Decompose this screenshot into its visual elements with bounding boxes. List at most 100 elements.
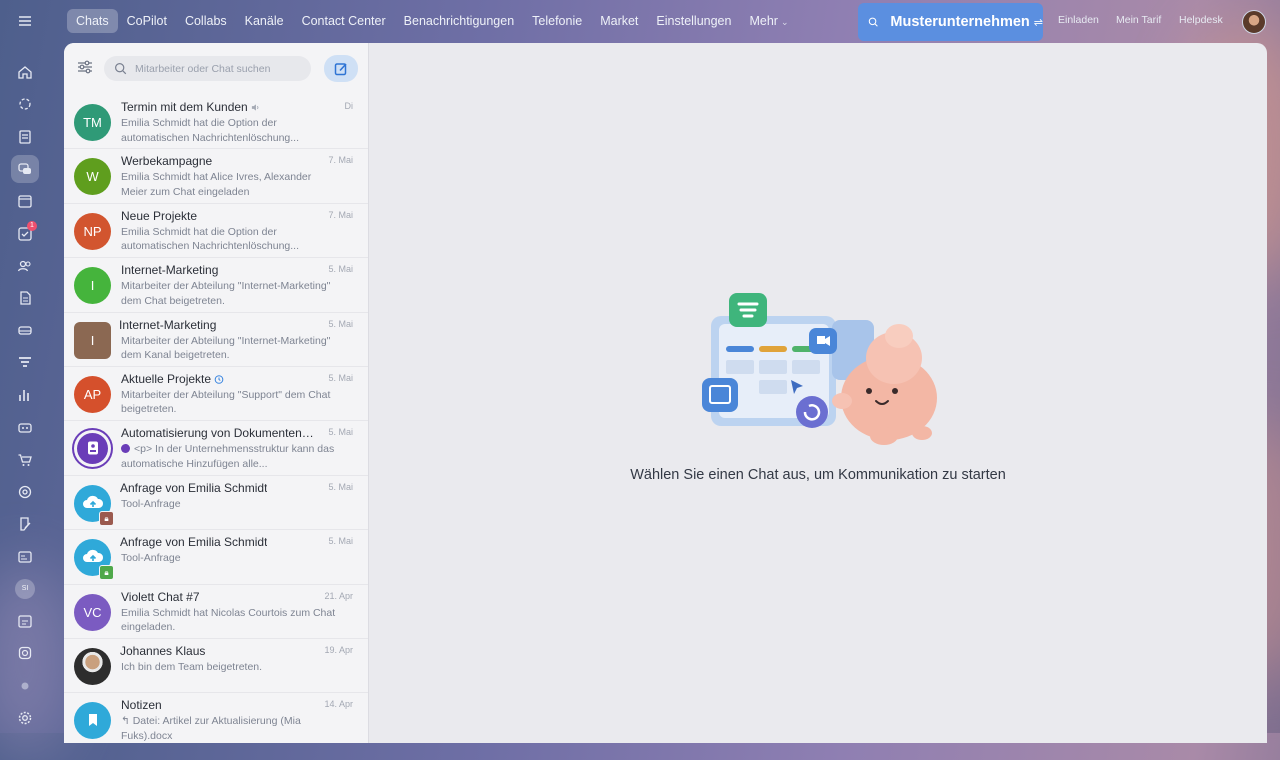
menu-icon[interactable] [11, 7, 39, 35]
chat-title: Neue Projekte [121, 209, 197, 223]
nav-item-mehr[interactable]: Mehr ⌄ [740, 9, 797, 33]
chat-list-item[interactable]: I Internet-Marketing 5. Mai Mitarbeiter der… [64, 258, 368, 313]
chat-last-message-text: Emilia Schmidt hat die Option der automa… [121, 225, 300, 253]
nav-item-einstellungen[interactable]: Einstellungen [647, 9, 740, 33]
helpdesk-link[interactable]: Helpdesk [1179, 14, 1223, 26]
target-icon[interactable] [11, 478, 39, 506]
chat-title-text: Notizen [121, 698, 162, 713]
cart-icon[interactable] [11, 446, 39, 474]
chat-title-text: Violett Chat #7 [121, 589, 200, 604]
sparkle-icon[interactable] [11, 90, 39, 118]
avatar-initials: I [90, 278, 95, 294]
chat-list-item[interactable]: 🔒︎ Anfrage von Emilia Schmidt 5. Mai Tool-A… [64, 476, 368, 531]
inbox-icon[interactable] [11, 316, 39, 344]
nav-label: Telefonie [532, 14, 583, 28]
chat-last-message-text: Tool-Anfrage [121, 497, 181, 510]
funnel-icon[interactable] [11, 349, 39, 377]
chat-last-message: Emilia Schmidt hat Nicolas Courtois zum … [121, 606, 336, 635]
chat-list-item[interactable]: 🔒︎ Anfrage von Emilia Schmidt 5. Mai Tool-A… [64, 530, 368, 585]
chat-date: 19. Apr [324, 644, 353, 655]
calendar-icon[interactable] [11, 187, 39, 215]
bookmark-icon [88, 714, 97, 727]
nav-item-copilot[interactable]: CoPilot [118, 9, 176, 33]
card-icon[interactable] [11, 543, 39, 571]
chat-list: TM Termin mit dem Kunden Di Emilia Schmidt … [64, 95, 368, 743]
nav-item-chats[interactable]: Chats [67, 9, 118, 33]
chat-list-item[interactable]: VC Violett Chat #7 21. Apr Emilia Schmidt h… [64, 585, 368, 639]
feed-icon[interactable] [11, 123, 39, 151]
new-chat-button[interactable] [324, 55, 358, 82]
muted-speaker-icon [251, 101, 260, 111]
chat-title: Anfrage von Emilia Schmidt [120, 535, 267, 549]
lock-icon: 🔒︎ [99, 510, 114, 526]
chat-title-text: Anfrage von Emilia Schmidt [120, 480, 268, 495]
sign-icon[interactable] [11, 510, 39, 538]
chat-avatar: I [74, 267, 111, 305]
notification-badge: 1 [27, 220, 37, 231]
dot[interactable] [11, 672, 39, 700]
company-name: Musterunternehmen [890, 14, 1030, 30]
company-search-button[interactable]: Musterunternehmen ⇌ [858, 3, 1043, 41]
sidebar-header [64, 43, 368, 95]
marketplace-icon[interactable] [11, 639, 39, 667]
chat-date: 5. Mai [328, 536, 353, 547]
left-rail: 1 SI [0, 0, 50, 733]
chat-list-item[interactable]: W Werbekampagne 7. Mai Emilia Schmidt hat A… [64, 149, 368, 204]
chat-date: Di [344, 101, 354, 111]
search-input[interactable] [133, 61, 307, 76]
nav-item-kanäle[interactable]: Kanäle [236, 9, 293, 33]
nav-item-contact-center[interactable]: Contact Center [293, 9, 395, 33]
nav-item-telefonie[interactable]: Telefonie [523, 9, 591, 33]
chat-last-message-text: <p> In der Unternehmensstruktur kann das… [121, 443, 335, 470]
home-icon[interactable] [11, 58, 39, 86]
chat-list-item[interactable]: NP Neue Projekte 7. Mai Emilia Schmidt hat … [64, 204, 368, 259]
chat-title: Werbekampagne [121, 154, 212, 168]
chat-title-text: Automatisierung von Dokumenten i... [121, 426, 316, 441]
chat-title: Internet-Marketing [121, 263, 218, 277]
tasks-icon[interactable]: 1 [11, 220, 39, 248]
chat-list-item[interactable]: I Internet-Marketing 5. Mai Mitarbeiter der… [64, 313, 368, 367]
chat-list-item[interactable]: Automatisierung von Dokumenten i... 5. Ma… [64, 421, 368, 476]
chat-avatar: W [74, 158, 111, 196]
rail-avatar[interactable]: SI [15, 578, 35, 599]
settings-icon[interactable] [11, 704, 39, 732]
chat-last-message-text: Emilia Schmidt hat Nicolas Courtois zum … [121, 606, 336, 634]
filter-settings-icon[interactable] [76, 58, 94, 76]
avatar-initials: TM [83, 115, 102, 130]
document-icon[interactable] [11, 284, 39, 312]
chat-avatar [74, 430, 111, 468]
contacts-icon[interactable] [11, 252, 39, 280]
chat-last-message: Tool-Anfrage [121, 497, 336, 512]
profile-avatar[interactable] [1242, 10, 1266, 34]
chat-list-item[interactable]: AP Aktuelle Projekte 5. Mai Mitarbeiter der… [64, 367, 368, 422]
schedule-icon[interactable] [11, 607, 39, 635]
chat-icon[interactable] [11, 154, 39, 183]
nav-item-benachrichtigungen[interactable]: Benachrichtigungen [395, 9, 524, 33]
search-field[interactable] [104, 56, 311, 81]
chart-icon[interactable] [11, 381, 39, 409]
nav-label: CoPilot [126, 14, 167, 28]
search-icon [115, 63, 127, 75]
avatar-initials: NP [83, 223, 102, 239]
chat-list-item[interactable]: TM Termin mit dem Kunden Di Emilia Schmidt … [64, 95, 368, 150]
chat-avatar [74, 702, 111, 740]
invite-link[interactable]: Einladen [1058, 14, 1099, 26]
plan-link[interactable]: Mein Tarif [1116, 14, 1161, 26]
chat-list-item[interactable]: Notizen 14. Apr ↰ Datei: Artikel zur Aktua… [64, 693, 368, 743]
chat-avatar: VC [74, 593, 111, 631]
chat-last-message: <p> In der Unternehmensstruktur kann das… [121, 442, 336, 471]
chat-title: Notizen [121, 698, 162, 712]
compose-icon [334, 62, 347, 75]
robot-icon[interactable] [11, 413, 39, 441]
chat-sidebar: TM Termin mit dem Kunden Di Emilia Schmidt … [64, 43, 369, 743]
chat-last-message: Tool-Anfrage [121, 551, 336, 566]
nav-item-market[interactable]: Market [591, 9, 647, 33]
nav-label: Market [600, 14, 639, 28]
search-icon [868, 17, 878, 27]
nav-item-collabs[interactable]: Collabs [176, 9, 236, 33]
nav-label: Collabs [184, 14, 227, 28]
chat-title-text: Johannes Klaus [120, 643, 206, 658]
chat-last-message-text: Tool-Anfrage [121, 552, 181, 565]
copilot-icon [121, 444, 130, 454]
chat-list-item[interactable]: Johannes Klaus 19. Apr Ich bin dem Team be… [64, 639, 368, 694]
